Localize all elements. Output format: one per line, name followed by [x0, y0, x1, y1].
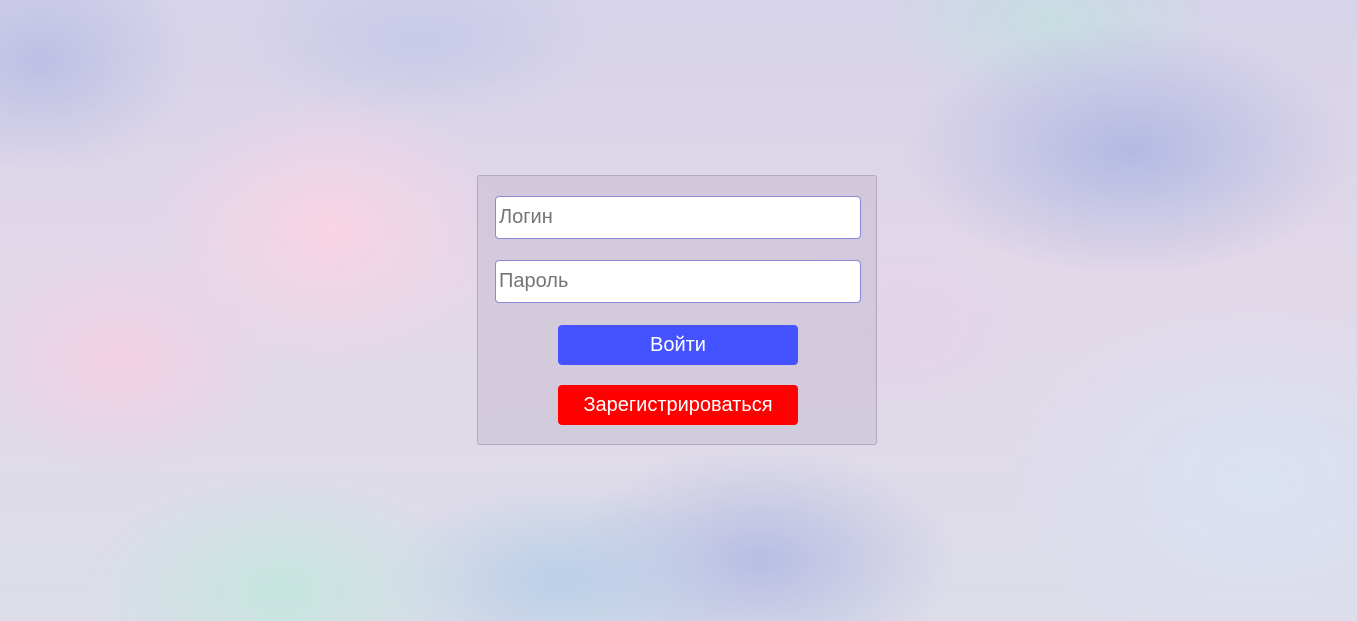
login-input[interactable]	[495, 196, 861, 239]
login-button[interactable]: Войти	[558, 325, 798, 365]
login-form: Войти Зарегистрироваться	[477, 175, 877, 445]
password-input[interactable]	[495, 260, 861, 303]
register-button[interactable]: Зарегистрироваться	[558, 385, 798, 425]
